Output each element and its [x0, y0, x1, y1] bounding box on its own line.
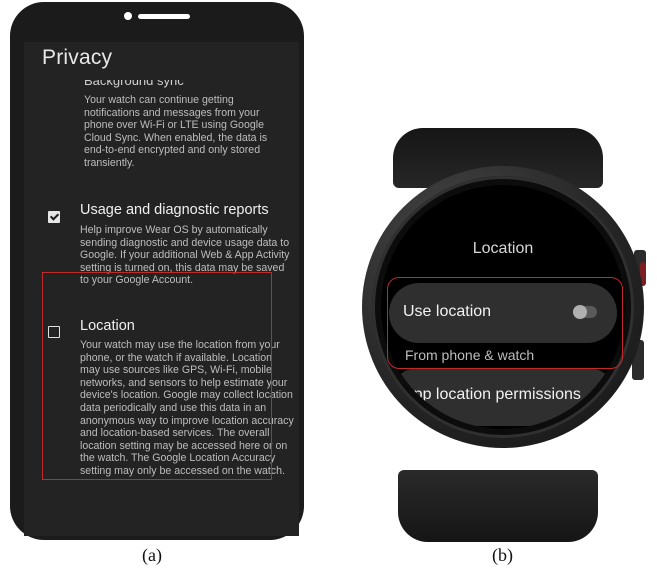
page-title: Privacy: [42, 46, 113, 69]
watch-strap-bottom: [398, 470, 598, 542]
phone-notch: [124, 12, 190, 20]
background-sync-heading-partial: Background sync: [84, 80, 184, 88]
background-sync-description: Your watch can continue getting notifica…: [84, 94, 268, 169]
usage-diagnostics-title[interactable]: Usage and diagnostic reports: [80, 202, 269, 218]
use-location-highlight-box: [387, 277, 623, 369]
watch-screen-title: Location: [472, 240, 534, 257]
camera-icon: [124, 12, 132, 20]
caption-b: (b): [492, 545, 513, 565]
app-location-permissions-label: App location permissions: [403, 386, 581, 403]
usage-diagnostics-checkbox[interactable]: [48, 211, 60, 223]
caption-a: (a): [142, 545, 162, 565]
app-location-permissions-button[interactable]: App location permissions: [389, 368, 617, 426]
location-highlight-box: [42, 272, 272, 480]
speaker-icon: [138, 13, 190, 19]
